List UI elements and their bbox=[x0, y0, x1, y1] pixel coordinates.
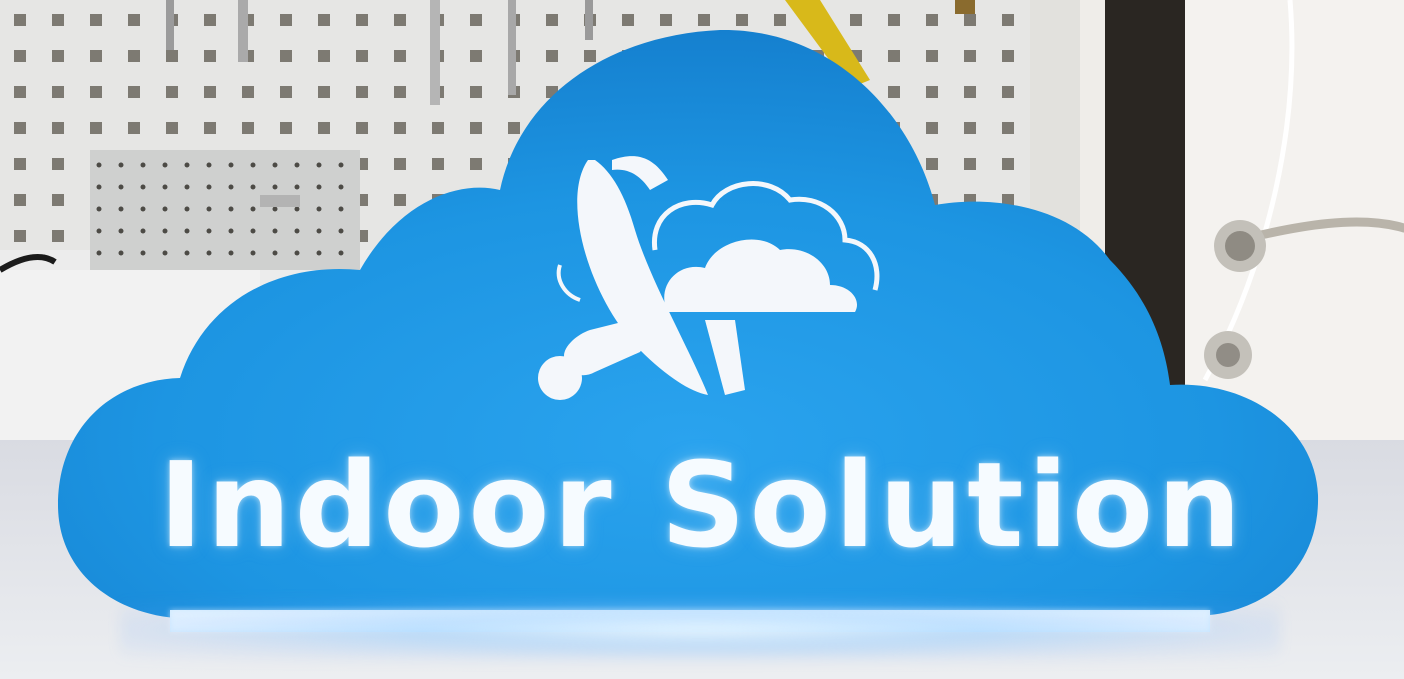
black-cable bbox=[0, 253, 57, 273]
metal-plate bbox=[90, 150, 360, 270]
photo-scene: Indoor Solution bbox=[0, 0, 1404, 679]
background-illustration bbox=[0, 0, 1404, 679]
sign-text: Indoor Solution bbox=[158, 436, 1246, 574]
led-glow bbox=[120, 600, 1280, 660]
